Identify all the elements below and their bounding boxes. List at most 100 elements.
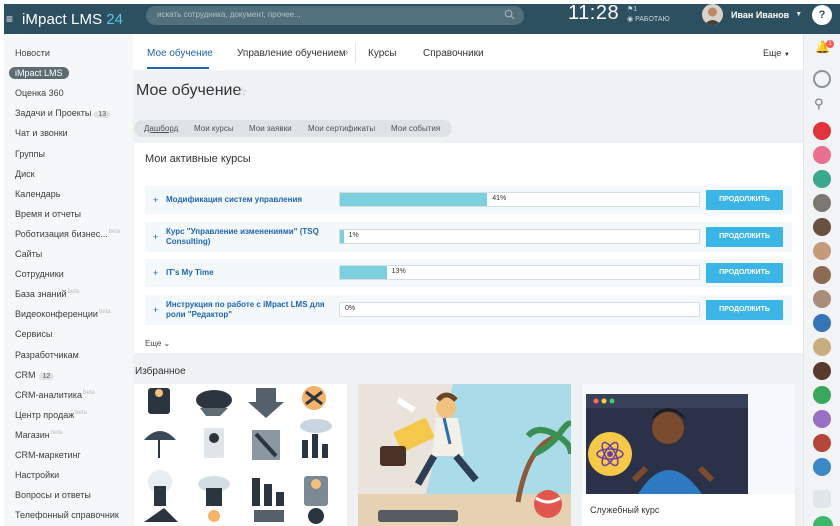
count-badge: 12 — [38, 372, 55, 380]
sidebar-item-label: Новости — [15, 48, 50, 58]
user-avatar[interactable] — [813, 458, 831, 476]
copy-icon[interactable] — [813, 490, 831, 508]
subtab-my-requests[interactable]: Мои заявки — [249, 124, 292, 133]
continue-button[interactable]: ПРОДОЛЖИТЬ — [706, 300, 783, 320]
favorite-card[interactable] — [358, 384, 571, 526]
chat-avatar[interactable] — [813, 122, 831, 140]
course-name[interactable]: IT's My Time — [166, 268, 326, 278]
course-name[interactable]: Модификация систем управления — [166, 195, 326, 205]
tab-courses[interactable]: Курсы — [368, 48, 396, 59]
sidebar-item[interactable]: Настройки — [15, 470, 59, 480]
sidebar-item[interactable]: Сотрудники — [15, 269, 64, 279]
course-name[interactable]: Инструкция по работе с iMpact LMS для ро… — [166, 300, 326, 320]
app-logo[interactable]: iMpact LMS 24 — [22, 11, 123, 28]
search-icon[interactable] — [504, 9, 515, 20]
sidebar-item[interactable]: CRM-аналитикаbeta — [15, 390, 95, 400]
expand-icon[interactable]: + — [153, 195, 158, 205]
sidebar-item[interactable]: Вопросы и ответы — [15, 490, 91, 500]
user-avatar[interactable] — [813, 410, 831, 428]
help-icon[interactable]: ? — [812, 5, 832, 25]
sidebar-item[interactable]: База знанийbeta — [15, 289, 79, 299]
status-text: РАБОТАЮ — [635, 16, 670, 23]
user-avatar[interactable] — [813, 362, 831, 380]
course-row: + Курс "Управление изменениями" (TSQ Con… — [145, 222, 792, 252]
progress-fill — [340, 266, 387, 279]
sidebar-item[interactable]: Чат и звонки — [15, 128, 68, 138]
continue-button[interactable]: ПРОДОЛЖИТЬ — [706, 190, 783, 210]
favorite-card[interactable]: Служебный курс — [582, 384, 795, 526]
beta-badge: beta — [98, 309, 111, 316]
sidebar-item[interactable]: Магазинbeta — [15, 430, 62, 440]
user-avatar[interactable] — [813, 290, 831, 308]
sidebar-item-label: Задачи и Проекты — [15, 108, 92, 119]
user-avatar[interactable] — [813, 218, 831, 236]
work-status[interactable]: ⚑1 ◉ РАБОТАЮ — [627, 5, 670, 25]
tab-management[interactable]: Управление обучением — [237, 48, 346, 59]
user-avatar[interactable] — [813, 146, 831, 164]
page-title: Мое обучение — [136, 82, 242, 99]
favorite-card[interactable] — [134, 384, 347, 526]
sidebar-item[interactable]: Время и отчеты — [15, 209, 81, 219]
sidebar-item[interactable]: Оценка 360 — [15, 88, 64, 98]
sidebar-item[interactable]: Видеоконференцииbeta — [15, 309, 111, 319]
expand-icon[interactable]: + — [153, 232, 158, 242]
expand-icon[interactable]: + — [153, 268, 158, 278]
expand-icon[interactable]: + — [153, 305, 158, 315]
sidebar-item-label: Настройки — [15, 470, 60, 481]
continue-button[interactable]: ПРОДОЛЖИТЬ — [706, 227, 783, 247]
sidebar-item[interactable]: Сайты — [15, 249, 42, 259]
user-avatar[interactable] — [813, 338, 831, 356]
phone-icon[interactable] — [813, 516, 833, 526]
progress-label: 41% — [492, 195, 507, 202]
star-icon[interactable]: ☆ — [236, 84, 248, 100]
chevron-right-icon[interactable]: › — [345, 47, 348, 58]
course-name[interactable]: Курс "Управление изменениями" (TSQ Consu… — [166, 227, 326, 247]
user-avatar[interactable] — [813, 194, 831, 212]
sidebar-item[interactable]: Центр продажbeta — [15, 410, 87, 420]
subtab-my-events[interactable]: Мои события — [391, 124, 440, 133]
search-input[interactable]: искать сотрудника, документ, прочее... — [146, 6, 524, 25]
dashboard-subtabs: Дашборд Мои курсы Мои заявки Мои сертифи… — [134, 120, 452, 137]
user-name: Иван Иванов — [731, 9, 790, 20]
sidebar-item-label: Календарь — [15, 188, 61, 199]
clock-icon[interactable] — [813, 70, 831, 88]
user-avatar[interactable] — [813, 314, 831, 332]
user-avatar[interactable] — [813, 266, 831, 284]
user-avatar[interactable] — [813, 434, 831, 452]
sidebar-item[interactable]: Разработчикам — [15, 350, 79, 360]
subtab-my-courses[interactable]: Мои курсы — [194, 124, 234, 133]
tab-more[interactable]: Еще ▼ — [763, 48, 790, 58]
count-badge: 13 — [94, 111, 111, 119]
sidebar-item[interactable]: CRM 12 — [15, 370, 55, 380]
sidebar-item[interactable]: Сервисы — [15, 329, 52, 339]
lock-icon[interactable] — [813, 242, 831, 260]
sidebar-item-label: Оценка 360 — [15, 88, 64, 99]
sidebar-item[interactable]: iMpact LMS — [9, 67, 69, 80]
tab-references[interactable]: Справочники — [423, 48, 484, 59]
search-icon[interactable]: ⚲ — [814, 96, 824, 112]
user-avatar[interactable] — [813, 170, 831, 188]
more-courses-link[interactable]: Еще ⌄ — [145, 339, 170, 348]
sidebar-item[interactable]: Роботизация бизнес...beta — [15, 229, 120, 239]
tab-my-learning[interactable]: Мое обучение — [147, 48, 213, 59]
subtab-my-certificates[interactable]: Мои сертификаты — [308, 124, 375, 133]
sidebar-item[interactable]: Новости — [15, 48, 50, 58]
sidebar-item-label: Чат и звонки — [15, 128, 68, 139]
sidebar-item[interactable]: Задачи и Проекты 13 — [15, 108, 111, 119]
sidebar-item-label: CRM-аналитика — [15, 389, 83, 400]
business-icons-illustration — [134, 384, 347, 526]
sidebar-item[interactable]: Диск — [15, 169, 35, 179]
sidebar-item[interactable]: CRM-маркетинг — [15, 450, 81, 460]
clock: 11:28 — [568, 2, 620, 24]
sidebar-item-label: База знаний — [15, 289, 67, 300]
sidebar-item[interactable]: Телефонный справочник — [15, 510, 119, 520]
lock-icon[interactable] — [813, 386, 831, 404]
progress-fill — [340, 193, 488, 206]
user-menu[interactable]: Иван Иванов ▼ — [702, 4, 802, 25]
subtab-dashboard[interactable]: Дашборд — [144, 124, 178, 133]
menu-icon[interactable]: ≡ — [6, 12, 22, 26]
continue-button[interactable]: ПРОДОЛЖИТЬ — [706, 263, 783, 283]
sidebar-item[interactable]: Группы — [15, 149, 45, 159]
tab-more-label: Еще — [763, 48, 782, 58]
sidebar-item[interactable]: Календарь — [15, 189, 60, 199]
